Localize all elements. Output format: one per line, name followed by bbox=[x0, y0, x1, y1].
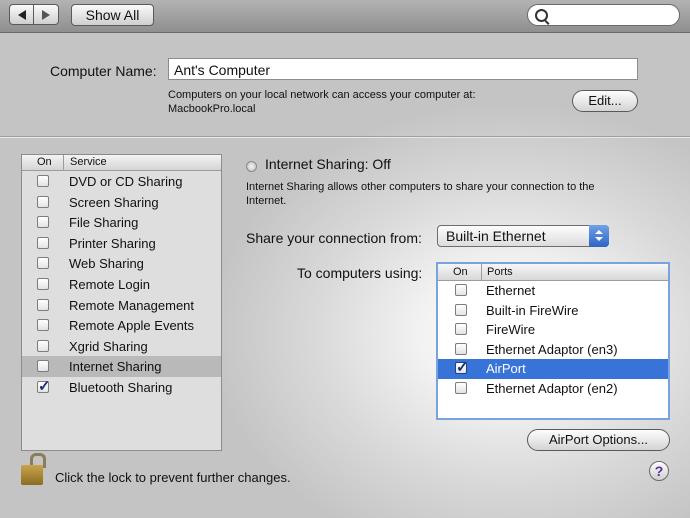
service-checkbox[interactable] bbox=[37, 339, 49, 352]
lock-icon[interactable] bbox=[21, 453, 46, 485]
port-label: Ethernet Adaptor (en2) bbox=[486, 380, 618, 396]
port-checkbox[interactable] bbox=[455, 303, 467, 316]
service-row[interactable]: DVD or CD Sharing bbox=[22, 171, 221, 192]
address-hostname: MacbookPro.local bbox=[168, 103, 256, 115]
column-header-on[interactable]: On bbox=[37, 156, 52, 168]
port-label: Built-in FireWire bbox=[486, 302, 579, 318]
column-divider bbox=[481, 264, 482, 280]
lock-body bbox=[21, 465, 43, 485]
ports-list[interactable]: On Ports Ethernet Built-in FireWire FireWi… bbox=[436, 262, 670, 420]
service-row[interactable]: Printer Sharing bbox=[22, 233, 221, 254]
service-label: Screen Sharing bbox=[69, 194, 159, 210]
share-from-value: Built-in Ethernet bbox=[446, 228, 546, 244]
description-line: Internet. bbox=[246, 195, 287, 207]
service-label: DVD or CD Sharing bbox=[69, 174, 183, 189]
status-indicator-icon bbox=[246, 161, 257, 172]
share-from-popup[interactable]: Built-in Ethernet bbox=[437, 225, 609, 247]
service-row[interactable]: Web Sharing bbox=[22, 253, 221, 274]
service-row[interactable]: Internet Sharing bbox=[22, 356, 221, 377]
column-header-ports[interactable]: Ports bbox=[487, 266, 513, 278]
ports-list-header: On Ports bbox=[438, 264, 668, 281]
port-checkbox[interactable] bbox=[455, 323, 467, 336]
service-label: Internet Sharing bbox=[69, 359, 162, 375]
port-checkbox[interactable] bbox=[455, 284, 467, 296]
service-list[interactable]: On Service DVD or CD Sharing Screen Shari… bbox=[21, 154, 222, 451]
service-list-header: On Service bbox=[22, 155, 221, 171]
port-row[interactable]: AirPort bbox=[438, 358, 668, 379]
search-icon bbox=[535, 9, 548, 22]
forward-button[interactable] bbox=[34, 4, 59, 25]
service-row[interactable]: Remote Apple Events bbox=[22, 315, 221, 336]
service-label: Remote Apple Events bbox=[69, 318, 195, 334]
service-row[interactable]: Bluetooth Sharing bbox=[22, 377, 221, 398]
forward-arrow-icon bbox=[42, 9, 50, 20]
port-row[interactable]: Built-in FireWire bbox=[438, 301, 668, 321]
back-button[interactable] bbox=[9, 4, 34, 25]
column-header-on[interactable]: On bbox=[453, 266, 468, 278]
service-checkbox[interactable] bbox=[37, 195, 49, 208]
show-all-button[interactable]: Show All bbox=[71, 4, 154, 26]
service-row[interactable]: Remote Login bbox=[22, 274, 221, 295]
port-label: Ethernet Adaptor (en3) bbox=[486, 341, 618, 357]
nav-buttons bbox=[9, 4, 59, 25]
popup-arrows-icon bbox=[589, 225, 609, 247]
service-checkbox[interactable] bbox=[37, 236, 49, 249]
service-label: Xgrid Sharing bbox=[69, 338, 148, 354]
computer-address-text: Computers on your local network can acce… bbox=[168, 88, 476, 116]
service-row[interactable]: File Sharing bbox=[22, 212, 221, 233]
search-field[interactable] bbox=[527, 4, 680, 26]
service-checkbox[interactable] bbox=[37, 175, 49, 187]
service-checkbox[interactable] bbox=[37, 298, 49, 311]
computer-name-label: Computer Name: bbox=[50, 63, 157, 79]
back-arrow-icon bbox=[17, 9, 26, 20]
column-divider bbox=[63, 155, 64, 170]
service-row[interactable]: Screen Sharing bbox=[22, 192, 221, 213]
divider bbox=[0, 136, 690, 138]
port-checkbox[interactable] bbox=[455, 358, 469, 376]
description-line: Internet Sharing allows other computers … bbox=[246, 181, 595, 193]
port-label: AirPort bbox=[486, 361, 526, 377]
edit-button[interactable]: Edit... bbox=[572, 90, 638, 112]
service-description: Internet Sharing allows other computers … bbox=[246, 180, 666, 208]
port-label: Ethernet bbox=[486, 283, 536, 298]
service-status: Internet Sharing: Off bbox=[265, 156, 391, 172]
service-checkbox[interactable] bbox=[37, 360, 49, 373]
service-checkbox[interactable] bbox=[37, 216, 49, 229]
service-label: Web Sharing bbox=[69, 256, 144, 272]
port-row[interactable]: Ethernet bbox=[438, 281, 668, 301]
service-checkbox[interactable] bbox=[37, 257, 49, 270]
port-row[interactable]: Ethernet Adaptor (en2) bbox=[438, 379, 668, 399]
service-row[interactable]: Remote Management bbox=[22, 295, 221, 316]
service-label: File Sharing bbox=[69, 215, 139, 231]
port-label: FireWire bbox=[486, 322, 536, 338]
port-row[interactable]: Ethernet Adaptor (en3) bbox=[438, 340, 668, 360]
service-row[interactable]: Xgrid Sharing bbox=[22, 336, 221, 357]
share-from-label: Share your connection from: bbox=[246, 230, 422, 246]
service-label: Remote Login bbox=[69, 276, 150, 292]
port-row[interactable]: FireWire bbox=[438, 320, 668, 340]
column-header-service[interactable]: Service bbox=[70, 156, 107, 168]
airport-options-button[interactable]: AirPort Options... bbox=[527, 429, 670, 451]
port-checkbox[interactable] bbox=[455, 381, 467, 394]
service-checkbox[interactable] bbox=[37, 319, 49, 332]
port-rows: Ethernet Built-in FireWire FireWire Etherne… bbox=[438, 281, 668, 399]
address-desc-line: Computers on your local network can acce… bbox=[168, 89, 476, 101]
service-label: Printer Sharing bbox=[69, 235, 156, 251]
service-checkbox[interactable] bbox=[37, 277, 49, 290]
computer-name-field[interactable]: Ant's Computer bbox=[168, 58, 638, 80]
lock-message: Click the lock to prevent further change… bbox=[55, 470, 291, 485]
to-computers-label: To computers using: bbox=[297, 265, 423, 281]
service-label: Bluetooth Sharing bbox=[69, 379, 173, 395]
port-checkbox[interactable] bbox=[455, 342, 467, 355]
service-label: Remote Management bbox=[69, 297, 195, 313]
sharing-pane: Computer Name: Ant's Computer Computers … bbox=[0, 33, 690, 518]
help-button[interactable]: ? bbox=[649, 461, 669, 481]
toolbar: Show All bbox=[0, 0, 690, 33]
service-checkbox[interactable] bbox=[37, 377, 51, 395]
service-rows: DVD or CD Sharing Screen Sharing File Shar… bbox=[22, 171, 221, 398]
